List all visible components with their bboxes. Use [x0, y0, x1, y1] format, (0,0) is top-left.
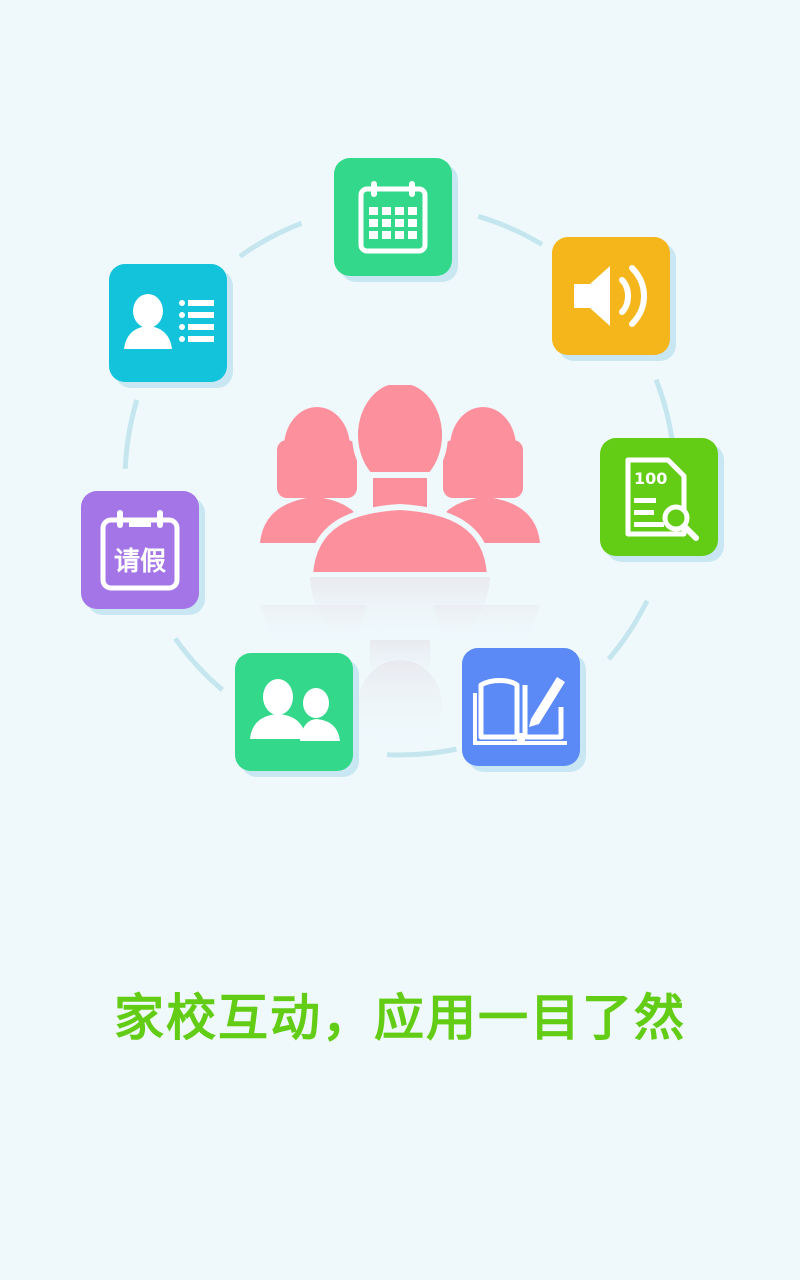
calendar-icon [353, 177, 433, 257]
tagline-text: 家校互动，应用一目了然 [114, 989, 686, 1047]
profile-app-button[interactable] [109, 264, 227, 382]
speaker-icon [568, 256, 654, 336]
contacts-app-button[interactable] [235, 653, 353, 771]
calendar-app-button[interactable] [334, 158, 452, 276]
leave-label: 请假 [113, 547, 166, 577]
homework-app-button[interactable] [462, 648, 580, 766]
leave-request-app-button[interactable]: 请假 [81, 491, 199, 609]
score-report-icon: 100 [614, 452, 704, 542]
book-pencil-icon [473, 667, 569, 747]
svg-text:100: 100 [634, 469, 667, 488]
audio-app-button[interactable] [552, 237, 670, 355]
contact-card-icon [118, 293, 218, 353]
score-report-app-button[interactable]: 100 [600, 438, 718, 556]
two-people-icon [244, 677, 344, 747]
